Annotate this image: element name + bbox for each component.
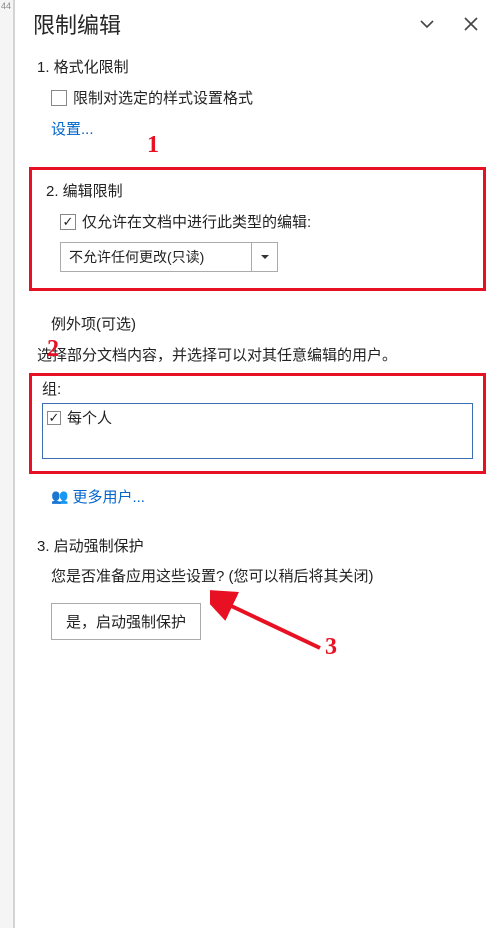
edit-type-dropdown[interactable]: 不允许任何更改(只读) xyxy=(60,242,278,272)
section3-title: 3. 启动强制保护 xyxy=(37,535,480,556)
exceptions-desc: 选择部分文档内容，并选择可以对其任意编辑的用户。 xyxy=(37,344,480,365)
more-users-label: 更多用户... xyxy=(72,486,145,507)
annotation-box-1: 2. 编辑限制 仅允许在文档中进行此类型的编辑: 不允许任何更改(只读) xyxy=(29,167,486,291)
group-listbox[interactable]: 每个人 xyxy=(42,403,473,459)
vertical-ruler: 44 xyxy=(0,0,14,928)
exceptions-title: 例外项(可选) xyxy=(51,313,480,334)
section2-title: 2. 编辑限制 xyxy=(46,180,469,201)
start-enforcement-button[interactable]: 是，启动强制保护 xyxy=(51,603,201,640)
group-item-label: 每个人 xyxy=(67,407,112,428)
format-restrict-checkbox-row[interactable]: 限制对选定的样式设置格式 xyxy=(51,87,480,108)
caret-down-icon[interactable] xyxy=(251,243,277,271)
people-icon: 👥 xyxy=(51,488,68,505)
settings-link[interactable]: 设置... xyxy=(51,121,94,138)
list-item[interactable]: 每个人 xyxy=(47,407,468,428)
dropdown-value: 不允许任何更改(只读) xyxy=(61,243,251,271)
ruler-tick: 44 xyxy=(0,0,12,12)
more-users-link[interactable]: 👥 更多用户... xyxy=(37,486,480,507)
checkbox-icon[interactable] xyxy=(51,90,67,106)
format-restrict-label: 限制对选定的样式设置格式 xyxy=(73,87,253,108)
pane-header: 限制编辑 xyxy=(15,0,500,46)
close-icon[interactable] xyxy=(460,13,482,35)
pane-body: 1. 格式化限制 限制对选定的样式设置格式 设置... 2. 编辑限制 仅允许在… xyxy=(15,46,500,640)
checkbox-icon[interactable] xyxy=(60,214,76,230)
pane-title: 限制编辑 xyxy=(33,8,416,40)
chevron-down-icon[interactable] xyxy=(416,13,438,35)
section1-title: 1. 格式化限制 xyxy=(37,56,480,77)
annotation-box-2: 组: 每个人 xyxy=(29,373,486,474)
restrict-editing-pane: 限制编辑 1. 格式化限制 限制对选定的样式设置格式 设置... 2. 编辑限制… xyxy=(14,0,500,928)
edit-restrict-checkbox-row[interactable]: 仅允许在文档中进行此类型的编辑: xyxy=(60,211,469,232)
group-label: 组: xyxy=(42,378,473,399)
section3-desc: 您是否准备应用这些设置? (您可以稍后将其关闭) xyxy=(51,566,480,589)
edit-restrict-label: 仅允许在文档中进行此类型的编辑: xyxy=(82,211,311,232)
checkbox-icon[interactable] xyxy=(47,411,61,425)
